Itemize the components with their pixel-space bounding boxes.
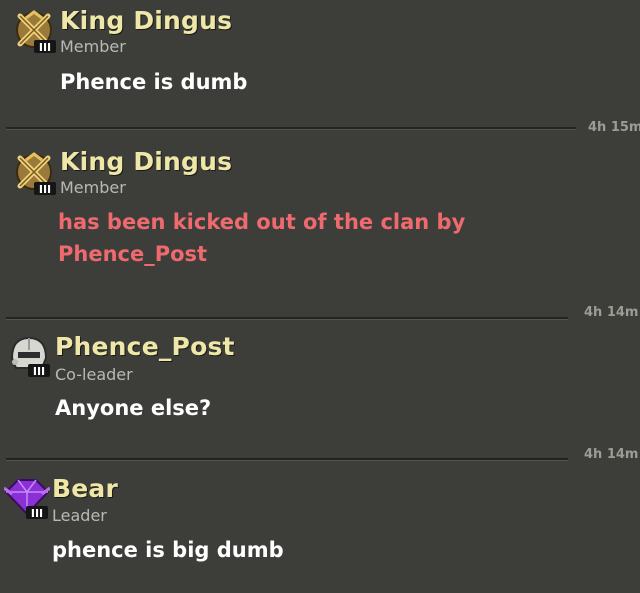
helmet-silver-icon[interactable]: III [6, 332, 52, 378]
timestamp: 4h 14m [584, 447, 639, 462]
svg-text:III: III [39, 41, 51, 54]
message-text: Anyone else? [55, 396, 212, 420]
sender-role: Member [60, 37, 126, 56]
message-divider [6, 458, 568, 461]
message-divider [6, 127, 576, 130]
sender-name[interactable]: King Dingus [60, 147, 232, 176]
purple-gem-icon[interactable]: III [4, 474, 50, 520]
sender-name[interactable]: King Dingus [60, 6, 232, 35]
message-text: phence is big dumb [52, 538, 284, 562]
system-message-line: has been kicked out of the clan by [58, 210, 466, 234]
timestamp: 4h 15m [588, 120, 640, 135]
sender-name[interactable]: Bear [52, 474, 118, 503]
crossed-swords-gold-icon[interactable]: III [12, 8, 58, 54]
crossed-swords-gold-icon[interactable]: III [12, 150, 58, 196]
sender-role: Co-leader [55, 365, 133, 384]
message-divider [6, 317, 568, 320]
sender-role: Member [60, 178, 126, 197]
svg-text:III: III [31, 507, 43, 520]
sender-name[interactable]: Phence_Post [55, 332, 235, 361]
message-text: Phence is dumb [60, 70, 248, 94]
system-message-line: Phence_Post [58, 242, 208, 266]
timestamp: 4h 14m [584, 305, 639, 320]
svg-text:III: III [33, 365, 45, 378]
svg-text:III: III [39, 183, 51, 196]
sender-role: Leader [52, 506, 107, 525]
